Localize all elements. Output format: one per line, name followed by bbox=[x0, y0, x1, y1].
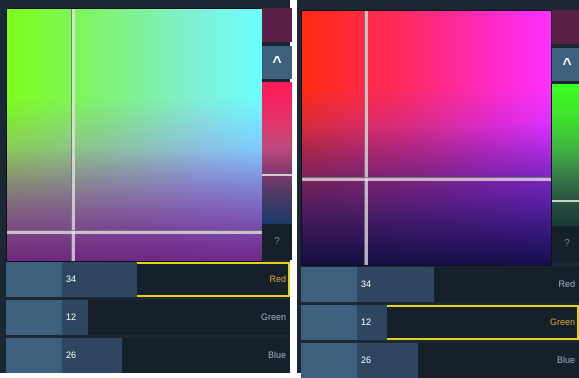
slider-green[interactable]: Green 12 bbox=[6, 300, 290, 335]
hue-strip[interactable] bbox=[262, 82, 292, 224]
slider-label: Green bbox=[260, 312, 286, 322]
slider-label: Red bbox=[558, 279, 575, 289]
slider-value: 26 bbox=[66, 350, 77, 360]
crosshair-vertical[interactable] bbox=[71, 9, 75, 261]
color-swatch bbox=[262, 8, 292, 42]
crosshair-horizontal[interactable] bbox=[302, 177, 551, 181]
strip-marker[interactable] bbox=[552, 200, 579, 202]
green-strip[interactable] bbox=[552, 84, 579, 226]
hue-strip-marker[interactable] bbox=[262, 174, 292, 176]
color-swatch bbox=[552, 10, 579, 44]
color-picker-panel-left: ^ ? Red 34 Green 12 Blue 26 bbox=[0, 0, 292, 373]
slider-label-box bbox=[301, 305, 357, 340]
up-button[interactable]: ^ bbox=[552, 48, 579, 81]
slider-red[interactable]: Red 34 bbox=[6, 262, 290, 297]
color-picker-panel-right: ^ ? Red 34 Green 12 Blue 26 bbox=[297, 0, 579, 378]
slider-label: Blue bbox=[267, 350, 286, 360]
slider-value: 12 bbox=[66, 312, 77, 322]
slider-value: 34 bbox=[66, 274, 77, 284]
slider-label: Green bbox=[549, 317, 575, 327]
crosshair-horizontal[interactable] bbox=[7, 230, 262, 234]
color-plane[interactable] bbox=[301, 10, 552, 266]
slider-label-box bbox=[6, 300, 62, 335]
color-plane[interactable] bbox=[6, 8, 263, 262]
slider-label-box bbox=[6, 338, 62, 373]
up-button[interactable]: ^ bbox=[262, 46, 292, 79]
help-button[interactable]: ? bbox=[552, 226, 579, 262]
slider-red[interactable]: Red 34 bbox=[301, 267, 579, 302]
slider-blue[interactable]: Blue 26 bbox=[6, 338, 290, 373]
slider-value: 12 bbox=[361, 317, 372, 327]
slider-green[interactable]: Green 12 bbox=[301, 305, 579, 340]
slider-value: 34 bbox=[361, 279, 372, 289]
slider-label: Red bbox=[269, 274, 286, 284]
slider-label-box bbox=[301, 267, 357, 302]
slider-label-box bbox=[6, 262, 62, 297]
help-button[interactable]: ? bbox=[262, 224, 292, 260]
crosshair-vertical[interactable] bbox=[364, 11, 368, 265]
